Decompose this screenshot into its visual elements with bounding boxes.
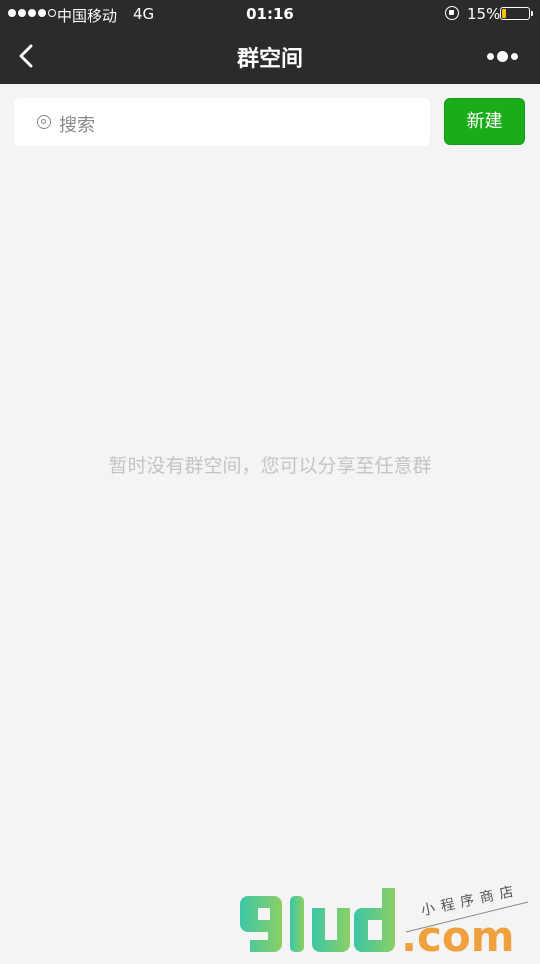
search-icon (37, 115, 51, 129)
status-time: 01:16 (246, 5, 294, 23)
empty-state-message: 暂时没有群空间，您可以分享至任意群 (108, 455, 432, 477)
chevron-left-icon (19, 44, 33, 68)
more-button[interactable] (478, 36, 526, 76)
more-dots-icon (487, 53, 494, 60)
top-bar: 中国移动 4G 01:16 15% 群空间 (0, 0, 540, 84)
watermark-logo: .com 小程序商店 (238, 883, 538, 961)
search-placeholder: 搜索 (59, 115, 95, 136)
search-input[interactable]: 搜索 (14, 98, 430, 146)
battery-percent: 15% (467, 5, 501, 23)
watermark-domain: .com (401, 912, 515, 961)
orientation-lock-icon (445, 6, 459, 20)
status-bar: 中国移动 4G 01:16 15% (0, 0, 540, 28)
battery-level-fill (502, 9, 506, 18)
back-button[interactable] (6, 34, 50, 78)
new-button[interactable]: 新建 (444, 98, 525, 145)
navigation-bar: 群空间 (0, 28, 540, 84)
battery-icon (500, 7, 533, 20)
page-title: 群空间 (236, 47, 303, 72)
